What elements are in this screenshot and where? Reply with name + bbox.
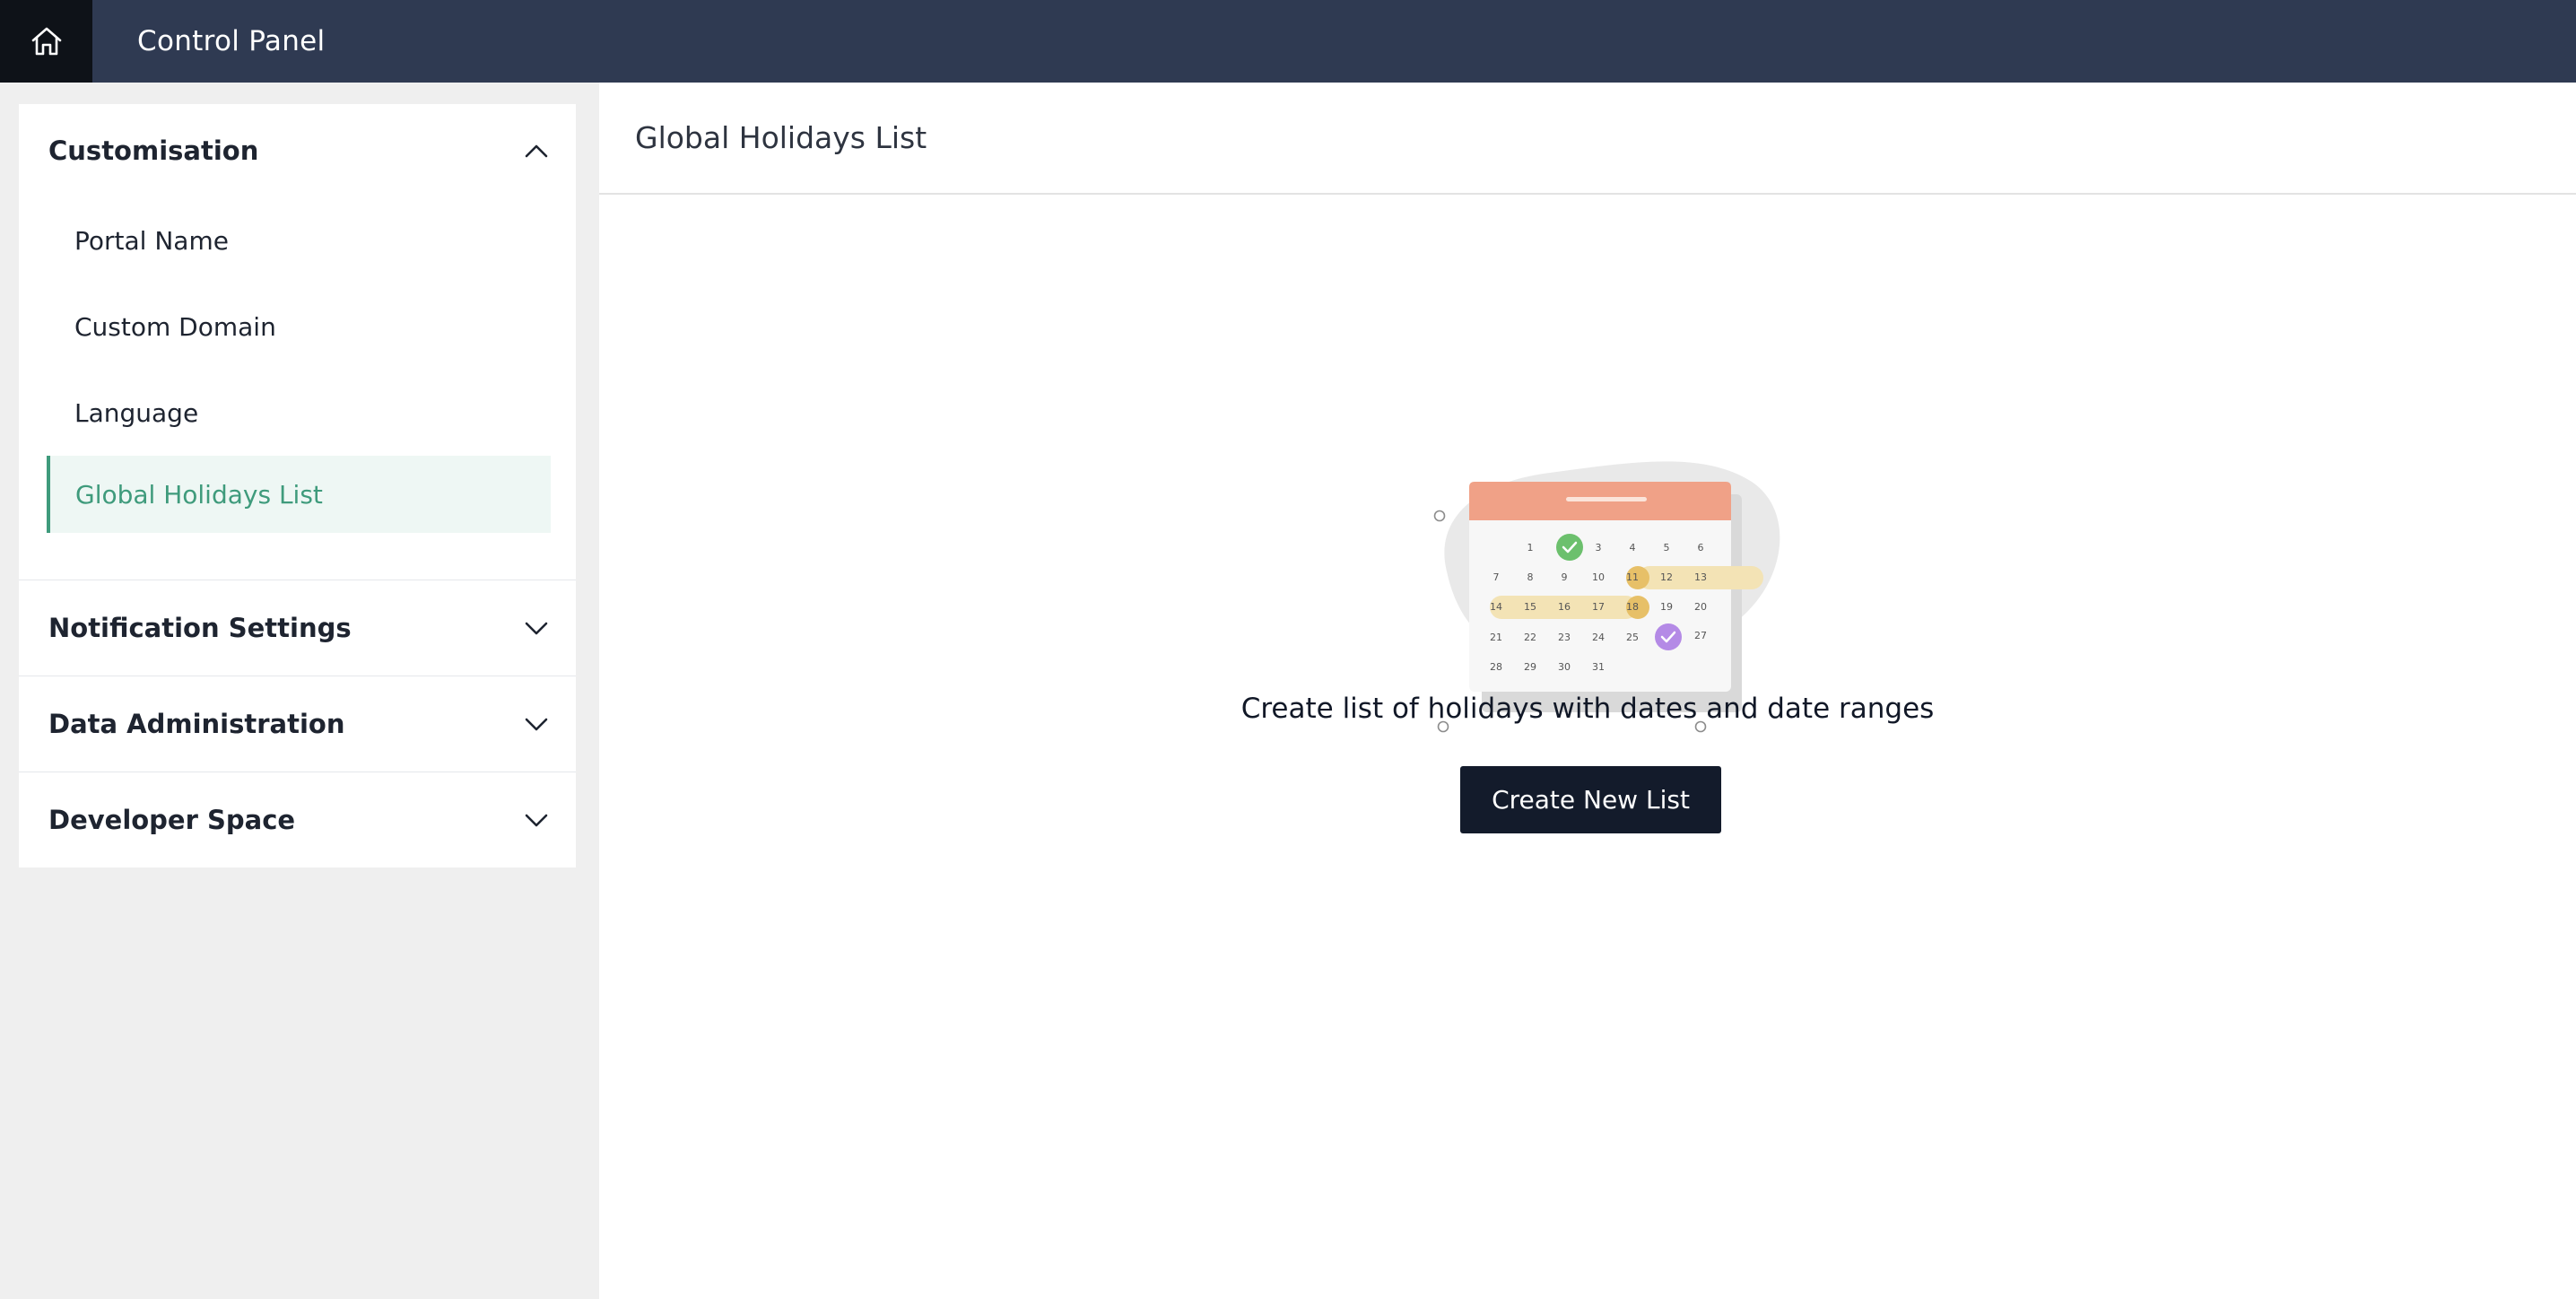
main-content: Global Holidays List 1 3 4 5 6 7 8 9 10 … (599, 83, 2576, 1299)
section-customisation-header[interactable]: Customisation (19, 104, 576, 197)
calendar-day: 11 (1626, 571, 1639, 583)
calendar-day: 24 (1592, 632, 1605, 643)
home-icon (31, 27, 61, 56)
section-title: Data Administration (48, 709, 345, 739)
page-title: Global Holidays List (635, 120, 927, 155)
section-title: Notification Settings (48, 613, 352, 643)
calendar-day: 20 (1694, 601, 1707, 613)
chevron-down-icon (524, 615, 549, 641)
calendar-day: 5 (1664, 542, 1670, 554)
chevron-down-icon (524, 711, 549, 737)
calendar-day: 18 (1626, 601, 1639, 613)
top-bar: Control Panel (0, 0, 2576, 83)
section-developer-space-header[interactable]: Developer Space (19, 772, 576, 867)
calendar-day: 3 (1596, 542, 1602, 554)
app-title: Control Panel (137, 25, 326, 57)
page-header: Global Holidays List (599, 83, 2576, 195)
sidebar-item-custom-domain[interactable]: Custom Domain (47, 283, 551, 370)
calendar-day: 13 (1694, 571, 1707, 583)
calendar-illustration: 1 3 4 5 67 8 9 10 11 12 1314 15 16 17 18 19 2021 22 23 24 25… (1433, 461, 1780, 733)
sidebar-menu: Customisation Portal Name Custom Domain … (19, 104, 576, 867)
calendar-day: 22 (1524, 632, 1536, 643)
create-new-list-button[interactable]: Create New List (1460, 766, 1721, 833)
section-title: Customisation (48, 135, 259, 166)
sidebar-item-portal-name[interactable]: Portal Name (47, 197, 551, 283)
calendar-day: 15 (1524, 601, 1536, 613)
empty-state-message: Create list of holidays with dates and d… (1240, 693, 1935, 725)
calendar-day: 1 (1527, 542, 1534, 554)
calendar-day: 25 (1626, 632, 1639, 643)
calendar-day: 10 (1592, 571, 1605, 583)
holiday-check (1556, 534, 1583, 561)
calendar-day: 23 (1558, 632, 1571, 643)
sidebar-item-global-holidays-list[interactable]: Global Holidays List (47, 456, 551, 533)
calendar-day: 29 (1524, 661, 1536, 673)
calendar-day: 14 (1490, 601, 1502, 613)
calendar-day: 7 (1493, 571, 1500, 583)
calendar-day: 4 (1630, 542, 1636, 554)
sidebar-item-language[interactable]: Language (47, 370, 551, 456)
calendar-day: 9 (1562, 571, 1568, 583)
calendar-day: 12 (1660, 571, 1673, 583)
calendar-day: 31 (1592, 661, 1605, 673)
chevron-up-icon (524, 138, 549, 163)
calendar-day: 8 (1527, 571, 1534, 583)
holiday-check (1655, 623, 1682, 650)
calendar-day: 30 (1558, 661, 1571, 673)
calendar-day: 27 (1694, 630, 1707, 641)
calendar-day: 6 (1698, 542, 1704, 554)
section-title: Developer Space (48, 805, 296, 835)
calendar-day: 19 (1660, 601, 1673, 613)
calendar-day: 21 (1490, 632, 1502, 643)
calendar-day: 17 (1592, 601, 1605, 613)
calendar-day: 28 (1490, 661, 1502, 673)
calendar-day: 16 (1558, 601, 1571, 613)
section-data-administration-header[interactable]: Data Administration (19, 676, 576, 772)
chevron-down-icon (524, 807, 549, 833)
section-notification-settings-header[interactable]: Notification Settings (19, 580, 576, 676)
home-button[interactable] (0, 0, 92, 83)
decor-circle (1433, 510, 1446, 522)
